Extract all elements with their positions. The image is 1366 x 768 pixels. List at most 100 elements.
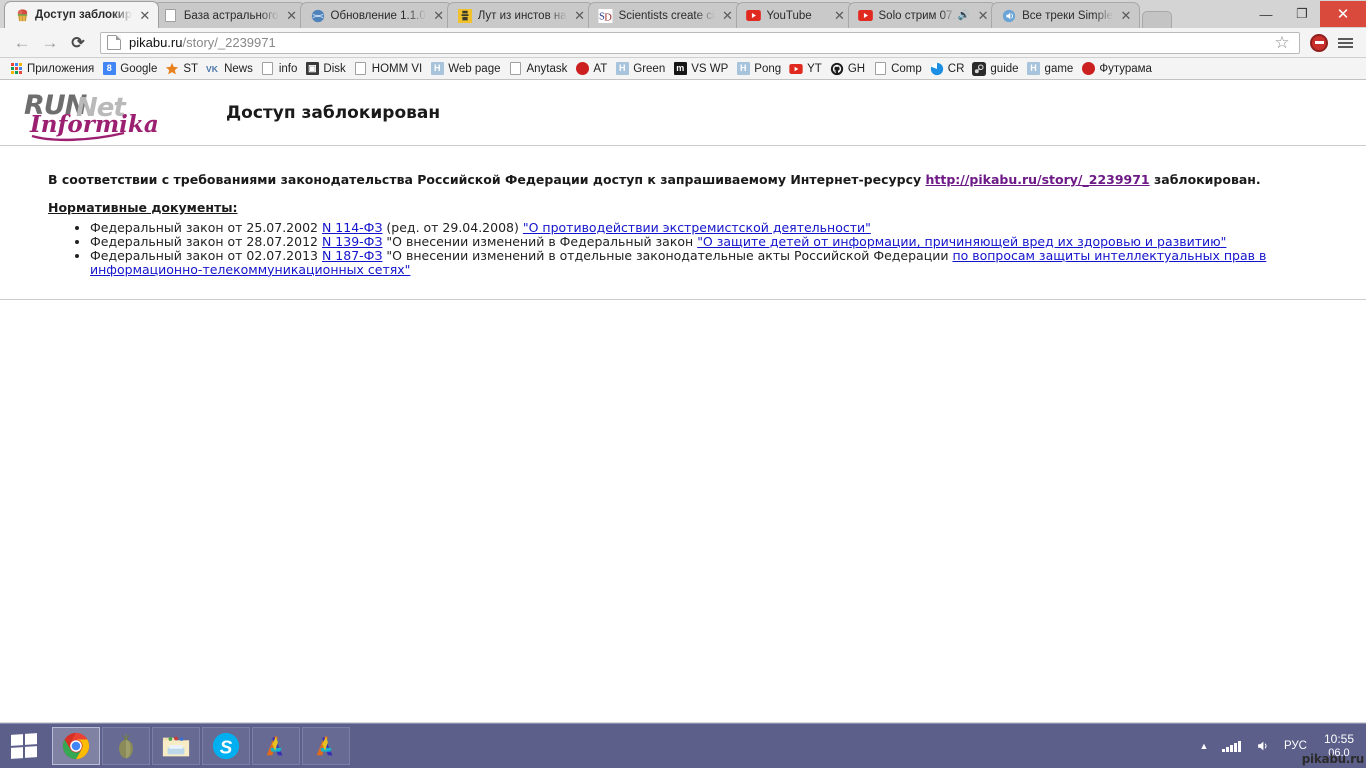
law-title-link[interactable]: "О противодействии экстремистской деятел… — [523, 220, 871, 235]
bookmark-google[interactable]: 8 Google — [99, 61, 162, 77]
adblock-extension-button[interactable] — [1306, 30, 1332, 56]
tab-title: Доступ заблокир — [35, 9, 132, 21]
bookmark-web-page[interactable]: H Web page — [427, 61, 505, 77]
tab-close-icon[interactable]: ✕ — [976, 9, 990, 22]
bookmark-yt[interactable]: YT — [786, 61, 827, 77]
m-black-icon: m — [673, 62, 687, 76]
tab-close-icon[interactable]: ✕ — [721, 9, 735, 22]
tab-close-icon[interactable]: ✕ — [285, 9, 299, 22]
adblock-icon — [1310, 33, 1328, 52]
browser-tab-1[interactable]: База астрального ✕ — [152, 2, 306, 28]
bookmark-apps[interactable]: Приложения — [6, 61, 99, 77]
bookmark-game[interactable]: H game — [1024, 61, 1079, 77]
bookmarks-bar: Приложения 8 Google ST VK News info ▣ Di… — [0, 58, 1366, 80]
bookmark-homm-vi[interactable]: HOMM VI — [351, 61, 427, 77]
back-button[interactable]: ← — [8, 30, 36, 56]
law-number-link[interactable]: N 114-ФЗ — [322, 220, 382, 235]
bookmark-st[interactable]: ST — [162, 61, 203, 77]
tab-close-icon[interactable]: ✕ — [833, 9, 847, 22]
bookmark-news[interactable]: VK News — [203, 61, 258, 77]
globe-icon — [310, 8, 326, 24]
bookmark-label: CR — [947, 62, 965, 75]
browser-tab-4[interactable]: SD Scientists create ci ✕ — [587, 2, 742, 28]
language-indicator[interactable]: РУС — [1277, 740, 1314, 752]
vk-icon: VK — [206, 62, 220, 76]
bookmark-vs-wp[interactable]: m VS WP — [670, 61, 733, 77]
browser-tab-0[interactable]: Доступ заблокир ✕ — [4, 1, 159, 28]
bookmark-disk[interactable]: ▣ Disk — [302, 61, 350, 77]
star-orange-icon — [165, 62, 179, 76]
network-icon[interactable] — [1215, 740, 1248, 752]
disk-icon: ▣ — [305, 62, 319, 76]
tab-audio-icon[interactable]: 🔊 — [958, 10, 970, 21]
bookmark-futurama[interactable]: Футурама — [1078, 61, 1157, 77]
bookmark-cr[interactable]: CR — [927, 61, 970, 77]
reload-button[interactable]: ⟳ — [64, 30, 92, 56]
blocked-notice: В соответствии с требованиями законодате… — [0, 172, 1366, 187]
page-icon — [261, 62, 275, 76]
bookmark-label: GH — [847, 62, 866, 75]
chrome-browser-window: Доступ заблокир ✕ База астрального ✕ Обн… — [0, 0, 1366, 723]
bookmark-info[interactable]: info — [258, 61, 303, 77]
bookmark-label: News — [224, 62, 253, 75]
maximize-button[interactable]: ❐ — [1284, 1, 1320, 27]
law-number-link[interactable]: N 139-ФЗ — [322, 234, 382, 249]
taskbar-item-file-explorer[interactable] — [152, 727, 200, 765]
bookmark-pong[interactable]: H Pong — [733, 61, 786, 77]
bookmark-label: Google — [120, 62, 158, 75]
blocked-url-link[interactable]: http://pikabu.ru/story/_2239971 — [925, 172, 1149, 187]
document-item: Федеральный закон от 25.07.2002 N 114-ФЗ… — [90, 221, 1366, 235]
show-hidden-icons-button[interactable]: ▲ — [1193, 741, 1216, 751]
browser-tab-7[interactable]: Все треки Simple ✕ — [991, 2, 1140, 28]
red-ball-icon — [575, 62, 589, 76]
taskbar-item-chrome[interactable] — [52, 727, 100, 765]
close-window-button[interactable]: ✕ — [1320, 1, 1366, 27]
hamburger-menu-icon — [1337, 37, 1353, 48]
forward-button[interactable]: → — [36, 30, 64, 56]
tab-title: База астрального — [183, 9, 279, 22]
bookmark-label: VS WP — [691, 62, 729, 75]
bookmark-star-icon[interactable]: ☆ — [1269, 30, 1295, 56]
bookmark-green[interactable]: H Green — [612, 61, 670, 77]
bookmark-anytask[interactable]: Anytask — [505, 61, 572, 77]
tab-close-icon[interactable]: ✕ — [138, 9, 152, 22]
bookmark-at[interactable]: AT — [572, 61, 612, 77]
tab-close-icon[interactable]: ✕ — [1119, 9, 1133, 22]
browser-tab-6[interactable]: Solo стрим 07. 🔊 ✕ — [847, 2, 998, 28]
taskbar-item-tor-browser[interactable] — [102, 727, 150, 765]
page-info-icon[interactable] — [107, 35, 121, 50]
bookmark-comp[interactable]: Comp — [870, 61, 927, 77]
browser-tab-3[interactable]: Лут из инстов на ✕ — [446, 2, 594, 28]
browser-tab-5[interactable]: YouTube ✕ — [735, 2, 854, 28]
h-blue-icon: H — [430, 62, 444, 76]
bookmark-label: Comp — [891, 62, 922, 75]
svg-text:D: D — [604, 12, 612, 23]
volume-icon[interactable] — [1248, 739, 1277, 753]
chrome-menu-button[interactable] — [1332, 30, 1358, 56]
tab-title: YouTube — [766, 9, 812, 22]
bookmark-label: Pong — [754, 62, 782, 75]
bookmark-gh[interactable]: GH — [827, 61, 870, 77]
notice-text-before: В соответствии с требованиями законодате… — [48, 172, 926, 187]
cr-blue-icon — [930, 62, 944, 76]
browser-tab-2[interactable]: Обновление 1.1.0 ✕ — [299, 2, 453, 28]
github-icon — [830, 62, 844, 76]
bookmark-label: Anytask — [526, 62, 568, 75]
tab-close-icon[interactable]: ✕ — [432, 9, 446, 22]
start-button[interactable] — [0, 724, 48, 768]
law-title-link[interactable]: "О защите детей от информации, причиняющ… — [697, 234, 1226, 249]
documents-list: Федеральный закон от 25.07.2002 N 114-ФЗ… — [0, 221, 1366, 277]
browser-toolbar: ← → ⟳ pikabu.ru/story/_2239971 ☆ — [0, 28, 1366, 58]
new-tab-button[interactable] — [1141, 11, 1172, 28]
tab-title: Обновление 1.1.0 — [330, 9, 426, 22]
address-bar[interactable]: pikabu.ru/story/_2239971 ☆ — [100, 30, 1300, 56]
bookmark-guide[interactable]: guide — [969, 61, 1023, 77]
speaker-icon — [1001, 8, 1017, 24]
minimize-button[interactable]: — — [1248, 1, 1284, 27]
taskbar-item-skype[interactable]: S — [202, 727, 250, 765]
tab-strip: Доступ заблокир ✕ База астрального ✕ Обн… — [0, 0, 1366, 28]
taskbar-item-adobe-app-2[interactable] — [302, 727, 350, 765]
tab-close-icon[interactable]: ✕ — [573, 9, 587, 22]
doc-middle: "О внесении изменений в Федеральный зако… — [382, 234, 698, 250]
taskbar-item-adobe-app-1[interactable] — [252, 727, 300, 765]
